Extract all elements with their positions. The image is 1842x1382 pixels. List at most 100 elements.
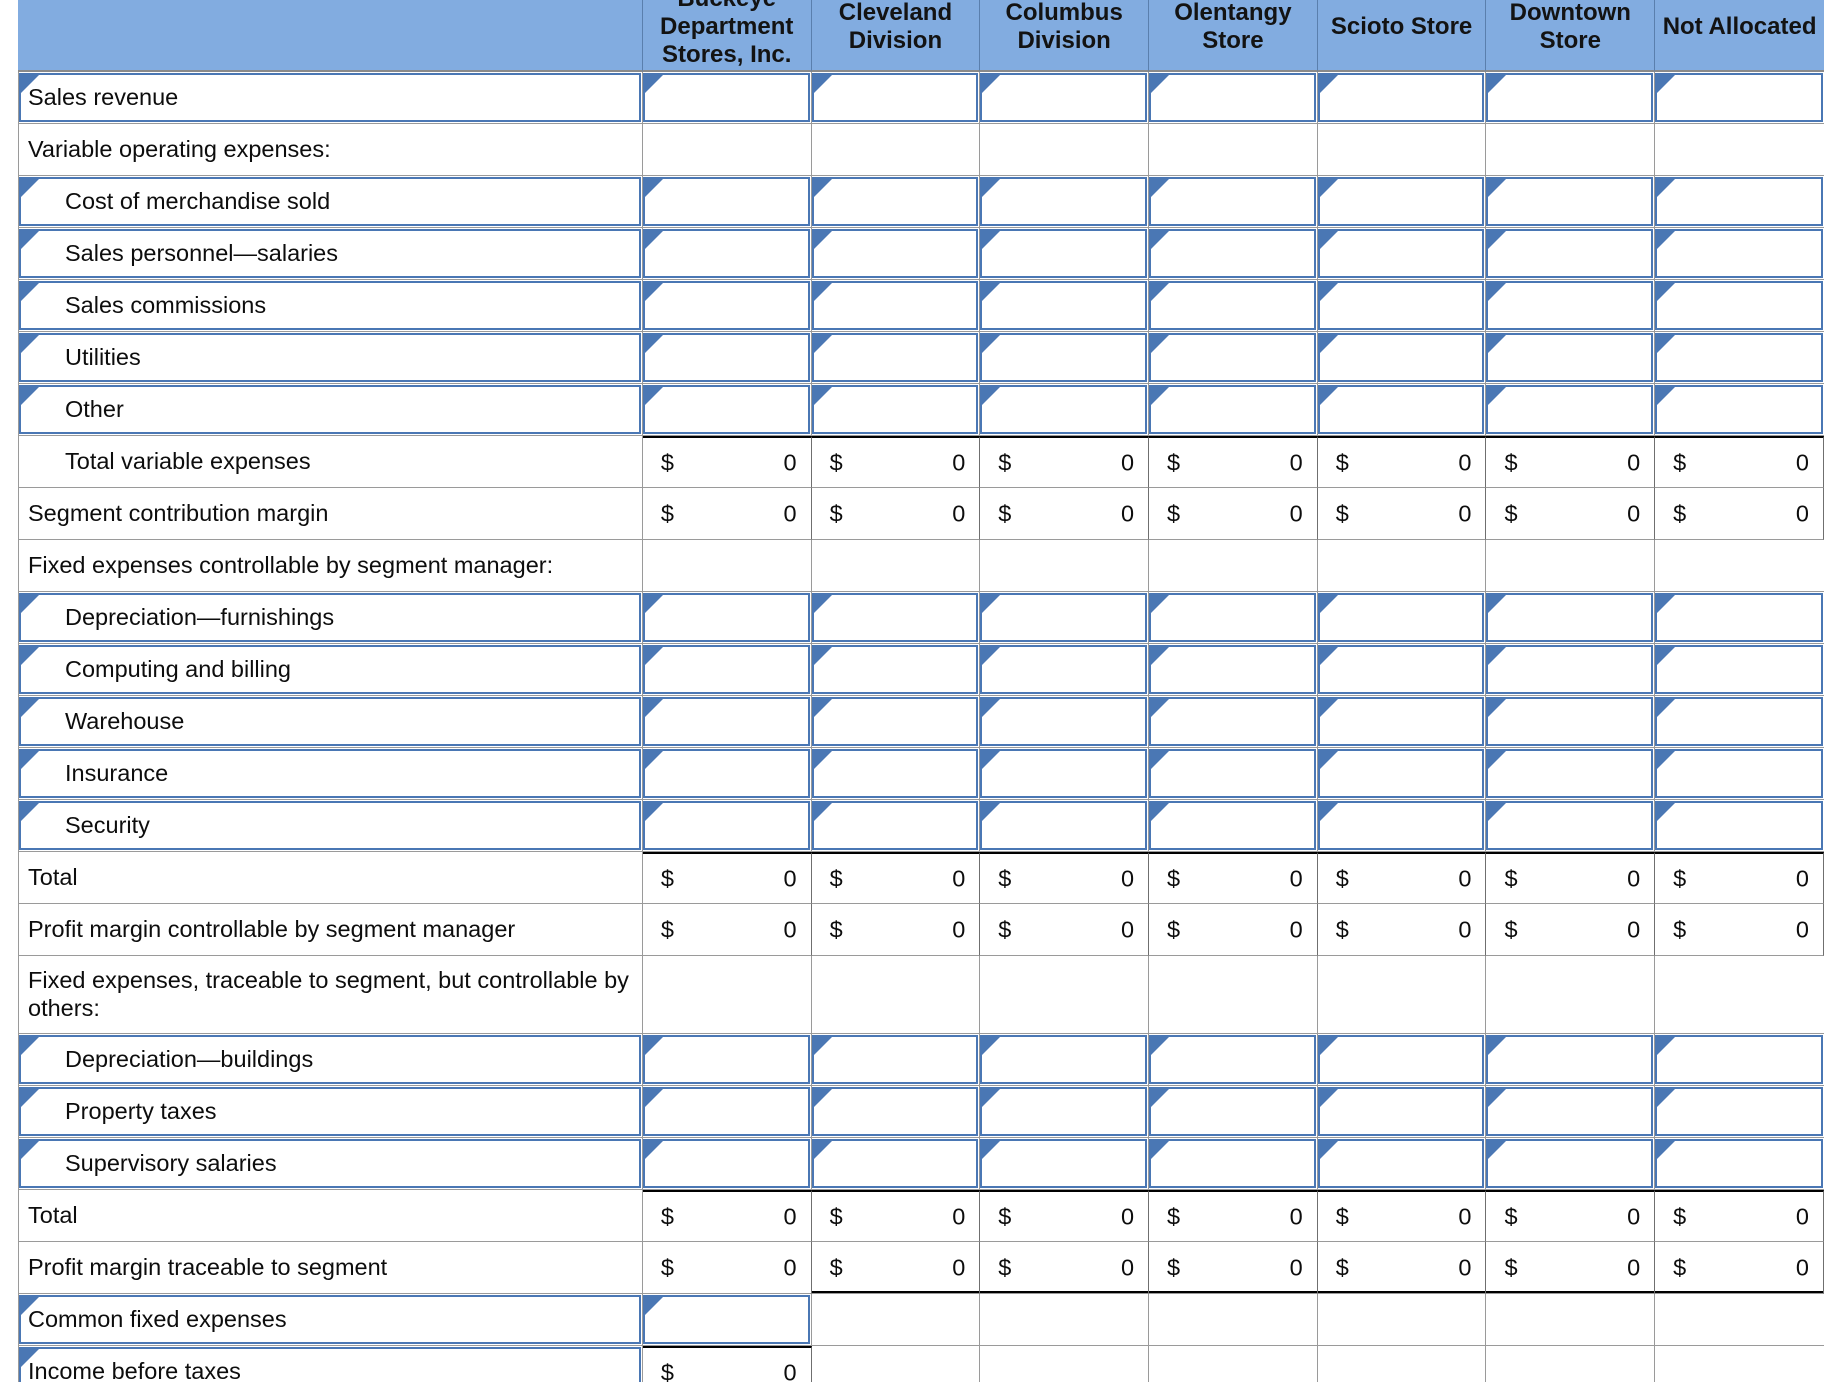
cell-input-cleveland[interactable]: [811, 1138, 981, 1190]
cell-input-olentangy[interactable]: [1149, 228, 1318, 280]
cell-input-cleveland[interactable]: [811, 800, 981, 852]
cell-input-notalloc[interactable]: [1655, 800, 1824, 852]
cell-input-columbus[interactable]: [980, 280, 1150, 332]
cell-input-cleveland[interactable]: [811, 696, 981, 748]
row-label[interactable]: Income before taxes: [18, 1346, 643, 1382]
cell-input-company[interactable]: [642, 1086, 812, 1138]
cell-input-scioto[interactable]: [1317, 228, 1487, 280]
cell-input-olentangy[interactable]: [1149, 176, 1318, 228]
cell-input-company[interactable]: [642, 696, 812, 748]
cell-input-columbus[interactable]: [980, 1034, 1150, 1086]
cell-input-scioto[interactable]: [1317, 592, 1487, 644]
row-label[interactable]: Security: [18, 800, 643, 852]
cell-input-notalloc[interactable]: [1655, 176, 1824, 228]
cell-input-columbus[interactable]: [980, 592, 1150, 644]
cell-input-company[interactable]: [642, 748, 812, 800]
cell-input-downtown[interactable]: [1486, 384, 1656, 436]
cell-input-notalloc[interactable]: [1655, 1086, 1824, 1138]
row-label[interactable]: Computing and billing: [18, 644, 643, 696]
cell-input-notalloc[interactable]: [1655, 72, 1824, 124]
cell-input-olentangy[interactable]: [1149, 1138, 1318, 1190]
cell-input-downtown[interactable]: [1486, 644, 1656, 696]
row-label[interactable]: Warehouse: [18, 696, 643, 748]
cell-input-columbus[interactable]: [980, 1138, 1150, 1190]
cell-input-olentangy[interactable]: [1149, 1034, 1318, 1086]
row-label[interactable]: Other: [18, 384, 643, 436]
cell-input-downtown[interactable]: [1486, 748, 1656, 800]
cell-input-columbus[interactable]: [980, 228, 1150, 280]
cell-input-notalloc[interactable]: [1655, 332, 1824, 384]
cell-input-scioto[interactable]: [1317, 696, 1487, 748]
cell-input-downtown[interactable]: [1486, 228, 1656, 280]
cell-input-scioto[interactable]: [1317, 280, 1487, 332]
cell-input-columbus[interactable]: [980, 384, 1150, 436]
cell-input-scioto[interactable]: [1317, 1138, 1487, 1190]
cell-input-company[interactable]: [642, 228, 812, 280]
cell-input-notalloc[interactable]: [1655, 228, 1824, 280]
cell-input-columbus[interactable]: [980, 748, 1150, 800]
cell-input-olentangy[interactable]: [1149, 1086, 1318, 1138]
cell-input-cleveland[interactable]: [811, 228, 981, 280]
cell-input-cleveland[interactable]: [811, 1086, 981, 1138]
cell-input-company[interactable]: [642, 176, 812, 228]
cell-input-olentangy[interactable]: [1149, 696, 1318, 748]
cell-input-downtown[interactable]: [1486, 1138, 1656, 1190]
row-label[interactable]: Utilities: [18, 332, 643, 384]
cell-input-downtown[interactable]: [1486, 1086, 1656, 1138]
cell-input-notalloc[interactable]: [1655, 644, 1824, 696]
cell-input-scioto[interactable]: [1317, 1034, 1487, 1086]
cell-input-downtown[interactable]: [1486, 280, 1656, 332]
cell-input-notalloc[interactable]: [1655, 1034, 1824, 1086]
cell-input-downtown[interactable]: [1486, 332, 1656, 384]
cell-input-cleveland[interactable]: [811, 72, 981, 124]
cell-input-company[interactable]: [642, 1034, 812, 1086]
cell-input-notalloc[interactable]: [1655, 1138, 1824, 1190]
cell-input-notalloc[interactable]: [1655, 384, 1824, 436]
cell-input-olentangy[interactable]: [1149, 644, 1318, 696]
cell-input-columbus[interactable]: [980, 1086, 1150, 1138]
cell-input-downtown[interactable]: [1486, 176, 1656, 228]
cell-input-company[interactable]: [642, 280, 812, 332]
cell-input-olentangy[interactable]: [1149, 800, 1318, 852]
cell-input-company[interactable]: [642, 800, 812, 852]
cell-input-columbus[interactable]: [980, 800, 1150, 852]
row-label[interactable]: Cost of merchandise sold: [18, 176, 643, 228]
cell-input-company[interactable]: [642, 72, 812, 124]
cell-input-columbus[interactable]: [980, 72, 1150, 124]
cell-input-company[interactable]: [642, 592, 812, 644]
cell-input-cleveland[interactable]: [811, 1034, 981, 1086]
cell-input-cleveland[interactable]: [811, 384, 981, 436]
cell-input-company[interactable]: [642, 1138, 812, 1190]
row-label[interactable]: Sales revenue: [18, 72, 643, 124]
cell-input-scioto[interactable]: [1317, 384, 1487, 436]
cell-input-columbus[interactable]: [980, 176, 1150, 228]
cell-input-scioto[interactable]: [1317, 800, 1487, 852]
cell-input-olentangy[interactable]: [1149, 332, 1318, 384]
cell-input-cleveland[interactable]: [811, 332, 981, 384]
cell-input-downtown[interactable]: [1486, 800, 1656, 852]
cell-input-scioto[interactable]: [1317, 72, 1487, 124]
row-label[interactable]: Sales commissions: [18, 280, 643, 332]
row-label[interactable]: Depreciation—furnishings: [18, 592, 643, 644]
cell-input-cleveland[interactable]: [811, 644, 981, 696]
row-label[interactable]: Insurance: [18, 748, 643, 800]
cell-input-notalloc[interactable]: [1655, 280, 1824, 332]
cell-input-cleveland[interactable]: [811, 748, 981, 800]
cell-input-company[interactable]: [642, 1294, 812, 1346]
cell-input-notalloc[interactable]: [1655, 748, 1824, 800]
row-label[interactable]: Sales personnel—salaries: [18, 228, 643, 280]
row-label[interactable]: Depreciation—buildings: [18, 1034, 643, 1086]
cell-input-columbus[interactable]: [980, 644, 1150, 696]
cell-input-scioto[interactable]: [1317, 644, 1487, 696]
cell-input-olentangy[interactable]: [1149, 748, 1318, 800]
cell-input-company[interactable]: [642, 644, 812, 696]
cell-input-cleveland[interactable]: [811, 280, 981, 332]
cell-input-downtown[interactable]: [1486, 592, 1656, 644]
cell-input-cleveland[interactable]: [811, 592, 981, 644]
row-label[interactable]: Property taxes: [18, 1086, 643, 1138]
cell-input-cleveland[interactable]: [811, 176, 981, 228]
cell-input-olentangy[interactable]: [1149, 280, 1318, 332]
row-label[interactable]: Common fixed expenses: [18, 1294, 643, 1346]
row-label[interactable]: Supervisory salaries: [18, 1138, 643, 1190]
cell-input-olentangy[interactable]: [1149, 72, 1318, 124]
